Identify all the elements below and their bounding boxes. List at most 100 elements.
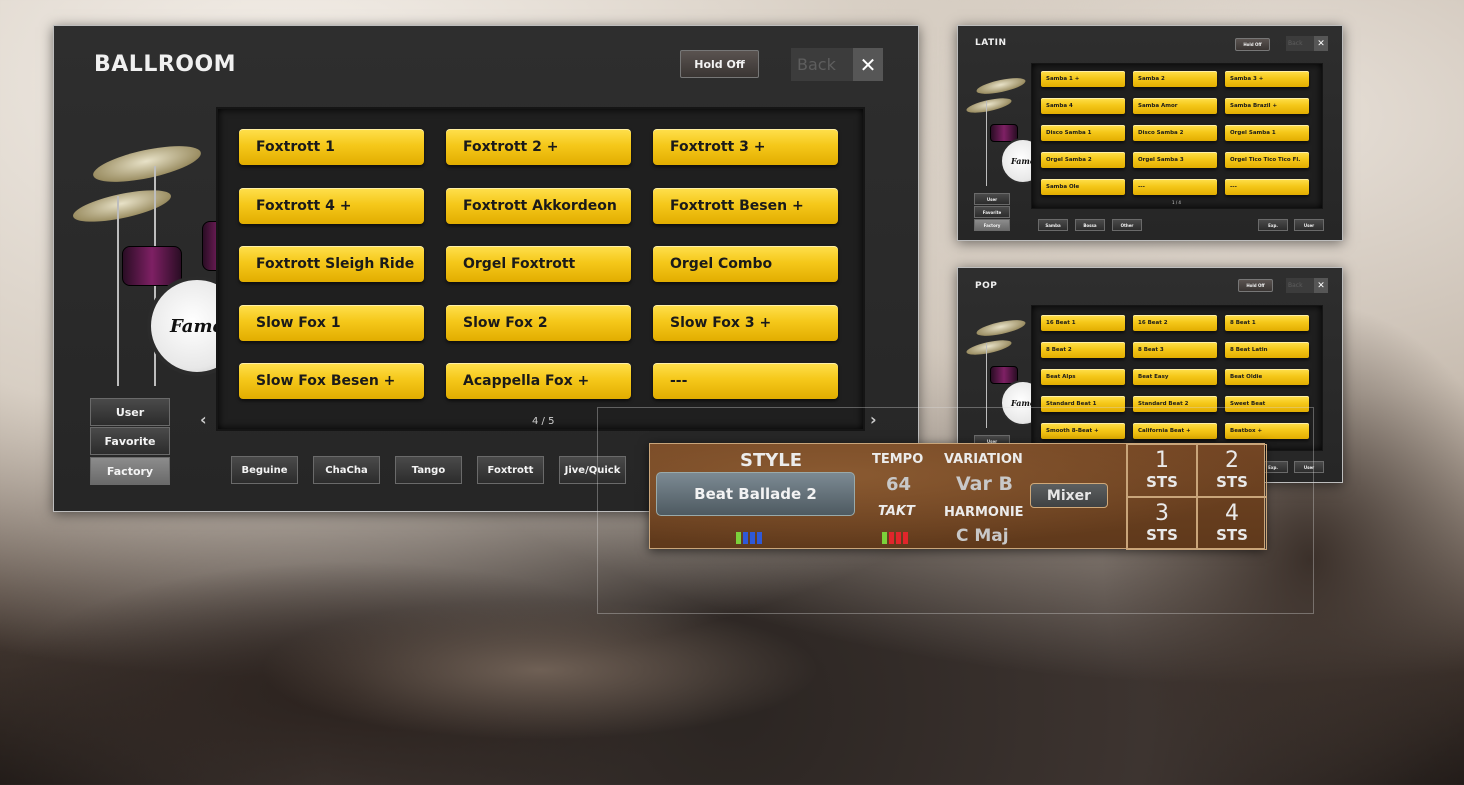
style-button-8[interactable]: Disco Samba 2 — [1133, 125, 1217, 141]
page-indicator: 1 / 4 — [1172, 200, 1181, 205]
sts-button-4[interactable]: 4 STS — [1197, 497, 1267, 550]
stand-left — [986, 101, 987, 186]
cymbal-top — [975, 74, 1027, 98]
cymbal-top — [90, 138, 204, 190]
side-factory-button[interactable]: Factory — [974, 219, 1010, 231]
tempo-label: TEMPO — [872, 452, 924, 467]
panel-title: LATIN — [975, 38, 1007, 48]
page-indicator: 4 / 5 — [532, 416, 555, 427]
style-button-7[interactable]: Foxtrott Sleigh Ride — [239, 246, 424, 282]
sts-number: 1 — [1155, 448, 1169, 473]
side-user-button[interactable]: User — [90, 398, 170, 426]
style-button-14[interactable]: --- — [1133, 179, 1217, 195]
category-chacha[interactable]: ChaCha — [313, 456, 380, 484]
harmonie-label: HARMONIE — [944, 505, 1024, 520]
category-samba[interactable]: Samba — [1038, 219, 1068, 231]
style-button-6[interactable]: 8 Beat Latin — [1225, 342, 1309, 358]
prev-page-arrow[interactable]: ‹ — [200, 410, 207, 429]
background-cymbal-glow — [260, 600, 820, 740]
cymbal-left — [70, 183, 174, 229]
back-button[interactable]: Back — [791, 48, 853, 81]
style-button-10[interactable]: Orgel Samba 2 — [1041, 152, 1125, 168]
style-button-11[interactable]: Slow Fox 2 — [446, 304, 631, 341]
style-label: STYLE — [740, 450, 803, 471]
side-factory-button[interactable]: Factory — [90, 457, 170, 485]
user-button[interactable]: User — [1294, 219, 1324, 231]
style-button-13[interactable]: Slow Fox Besen + — [239, 363, 424, 399]
hold-off-button[interactable]: Hold Off — [1235, 38, 1270, 51]
sts-label: STS — [1146, 473, 1178, 491]
category-tango[interactable]: Tango — [395, 456, 462, 484]
style-button-7[interactable]: Disco Samba 1 — [1041, 125, 1125, 141]
mixer-button[interactable]: Mixer — [1030, 483, 1108, 508]
hold-off-button[interactable]: Hold Off — [1238, 279, 1273, 292]
cymbal-top — [975, 316, 1027, 340]
close-icon[interactable]: ✕ — [1314, 278, 1328, 293]
style-button-15[interactable]: --- — [653, 363, 838, 399]
style-button-8[interactable]: Beat Easy — [1133, 369, 1217, 385]
style-button-8[interactable]: Orgel Foxtrott — [446, 246, 631, 282]
takt-label: TAKT — [878, 504, 915, 519]
category-beguine[interactable]: Beguine — [231, 456, 298, 484]
stand-left — [117, 196, 119, 386]
category-foxtrott[interactable]: Foxtrott — [477, 456, 544, 484]
style-button-5[interactable]: 8 Beat 3 — [1133, 342, 1217, 358]
style-button-1[interactable]: Samba 1 + — [1041, 71, 1125, 87]
tempo-value[interactable]: 64 — [886, 474, 911, 495]
background-drum-shadow — [0, 560, 700, 785]
style-button-7[interactable]: Beat Alps — [1041, 369, 1125, 385]
sts-button-2[interactable]: 2 STS — [1197, 444, 1267, 497]
style-button-4[interactable]: 8 Beat 2 — [1041, 342, 1125, 358]
close-icon[interactable]: ✕ — [1314, 36, 1328, 51]
back-button[interactable]: Back — [1286, 36, 1314, 51]
style-value: Beat Ballade 2 — [694, 485, 817, 503]
style-button-9[interactable]: Orgel Combo — [653, 246, 838, 282]
harmonie-value[interactable]: C Maj — [956, 526, 1009, 546]
style-button-9[interactable]: Beat Oldie — [1225, 369, 1309, 385]
side-favorite-button[interactable]: Favorite — [90, 427, 170, 455]
hold-off-button[interactable]: Hold Off — [680, 50, 759, 78]
style-button-3[interactable]: 8 Beat 1 — [1225, 315, 1309, 331]
style-button-4[interactable]: Samba 4 — [1041, 98, 1125, 114]
style-button-2[interactable]: 16 Beat 2 — [1133, 315, 1217, 331]
sts-number: 4 — [1225, 501, 1239, 526]
style-button-6[interactable]: Samba Brazil + — [1225, 98, 1309, 114]
cymbal-left — [965, 337, 1013, 358]
panel-title: POP — [975, 281, 998, 291]
sts-button-1[interactable]: 1 STS — [1127, 444, 1197, 497]
side-user-button[interactable]: User — [974, 193, 1010, 205]
close-icon[interactable]: ✕ — [853, 48, 883, 81]
style-button-5[interactable]: Samba Amor — [1133, 98, 1217, 114]
style-button-2[interactable]: Samba 2 — [1133, 71, 1217, 87]
style-button-15[interactable]: --- — [1225, 179, 1309, 195]
side-favorite-button[interactable]: Favorite — [974, 206, 1010, 218]
style-button-6[interactable]: Foxtrott Besen + — [653, 187, 838, 224]
cymbal-left — [965, 95, 1013, 116]
sts-label: STS — [1216, 526, 1248, 544]
variation-value[interactable]: Var B — [956, 473, 1013, 495]
style-button-12[interactable]: Orgel Tico Tico Tico Fl. — [1225, 152, 1309, 168]
tom-drum — [122, 246, 182, 286]
style-button-1[interactable]: 16 Beat 1 — [1041, 315, 1125, 331]
exp-button[interactable]: Exp. — [1258, 219, 1288, 231]
category-other[interactable]: Other — [1112, 219, 1142, 231]
style-button-9[interactable]: Orgel Samba 1 — [1225, 125, 1309, 141]
takt-indicator — [882, 532, 908, 544]
style-button-1[interactable]: Foxtrott 1 — [239, 129, 424, 165]
latin-panel: LATIN Hold Off Back ✕ Fame Samba 1 + Samb… — [957, 25, 1343, 241]
category-bossa[interactable]: Bossa — [1075, 219, 1105, 231]
style-button-13[interactable]: Samba Ole — [1041, 179, 1125, 195]
style-button-14[interactable]: Acappella Fox + — [446, 363, 631, 399]
style-button-3[interactable]: Foxtrott 3 + — [653, 129, 838, 165]
style-button-3[interactable]: Samba 3 + — [1225, 71, 1309, 87]
variation-label: VARIATION — [944, 452, 1023, 467]
sts-button-3[interactable]: 3 STS — [1127, 497, 1197, 550]
back-button[interactable]: Back — [1286, 278, 1314, 293]
style-button-11[interactable]: Orgel Samba 3 — [1133, 152, 1217, 168]
style-button-5[interactable]: Foxtrott Akkordeon — [446, 187, 631, 224]
style-button-4[interactable]: Foxtrott 4 + — [239, 187, 424, 224]
style-select-button[interactable]: Beat Ballade 2 — [656, 472, 855, 516]
style-button-12[interactable]: Slow Fox 3 + — [653, 304, 838, 341]
style-button-10[interactable]: Slow Fox 1 — [239, 304, 424, 341]
style-button-2[interactable]: Foxtrott 2 + — [446, 129, 631, 165]
